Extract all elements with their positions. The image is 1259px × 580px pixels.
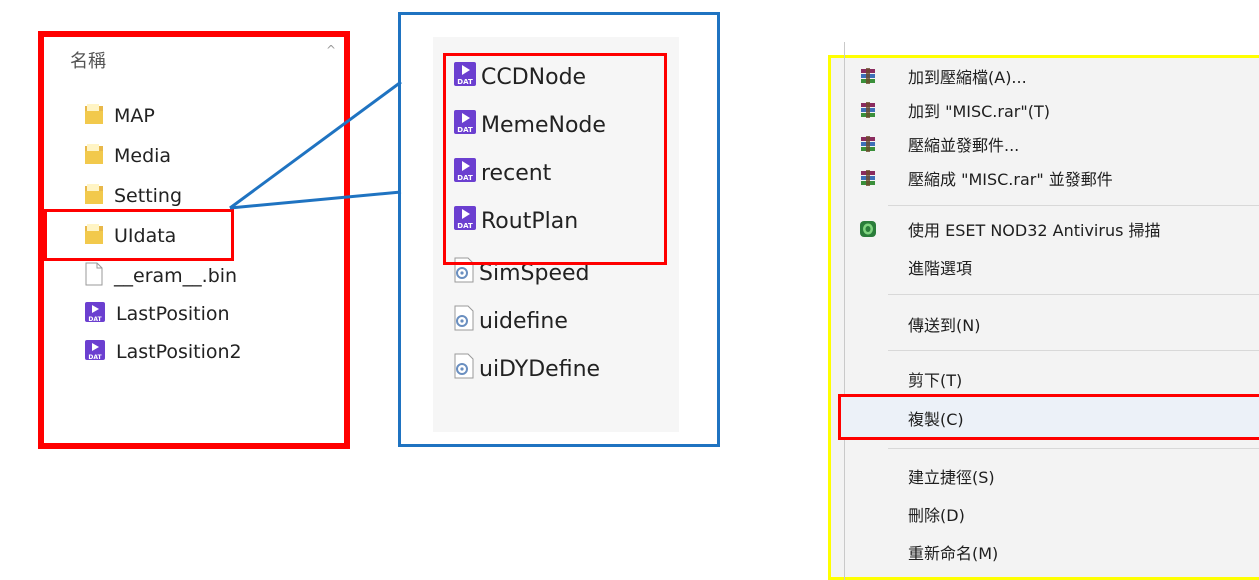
list-item-label: LastPosition [116, 303, 230, 325]
menu-item-cut[interactable]: 剪下(T) [846, 362, 1259, 396]
menu-separator [888, 294, 1259, 295]
list-item-uidydefine[interactable]: uiDYDefine [453, 349, 600, 389]
menu-item-send-to[interactable]: 傳送到(N) [846, 307, 1259, 341]
menu-item-label: 壓縮並發郵件... [908, 136, 1020, 155]
menu-separator [888, 448, 1259, 449]
list-item-map[interactable]: MAP [84, 99, 155, 133]
menu-item-label: 壓縮成 "MISC.rar" 並發郵件 [908, 170, 1113, 189]
eset-icon [846, 220, 890, 238]
menu-item-add-to-archive[interactable]: 加到壓縮檔(A)... [846, 59, 1259, 93]
menu-icon-gutter-divider [844, 42, 845, 580]
menu-item-label: 剪下(T) [908, 371, 963, 390]
folder-icon [84, 103, 104, 130]
list-item-label: LastPosition2 [116, 341, 242, 363]
list-item-label: Media [114, 145, 172, 167]
menu-item-copy[interactable]: 複製(C) [846, 401, 1259, 435]
config-file-icon [453, 353, 475, 385]
list-item-label: __eram__.bin [114, 265, 238, 287]
menu-item-label: 重新命名(M) [908, 544, 999, 563]
menu-item-compress-and-email[interactable]: 壓縮並發郵件... [846, 127, 1259, 161]
list-item-setting[interactable]: Setting [84, 179, 182, 213]
list-item-label: uiDYDefine [479, 356, 601, 382]
menu-item-label: 傳送到(N) [908, 316, 981, 335]
dat-file-icon: DAT [84, 301, 106, 328]
list-item-label: Setting [114, 185, 183, 207]
folder-icon [84, 143, 104, 170]
menu-item-label: 進階選項 [908, 259, 973, 278]
winrar-icon [846, 169, 890, 187]
menu-item-label: 刪除(D) [908, 506, 965, 525]
list-item-uidefine[interactable]: uidefine [453, 301, 568, 341]
menu-item-rename[interactable]: 重新命名(M) [846, 535, 1259, 569]
uidata-zoom-panel: DAT CCDNode DAT MemeNode DAT recent DAT … [398, 12, 720, 447]
menu-item-advanced-options[interactable]: 進階選項 [846, 250, 1259, 284]
menu-item-label: 使用 ESET NOD32 Antivirus 掃描 [908, 221, 1161, 240]
menu-item-create-shortcut[interactable]: 建立捷徑(S) [846, 459, 1259, 493]
sort-caret-icon: ^ [326, 43, 337, 57]
menu-separator [888, 205, 1259, 206]
config-file-icon [453, 305, 475, 337]
uidata-highlight-box [44, 209, 234, 261]
folder-icon [84, 183, 104, 210]
winrar-icon [846, 67, 890, 85]
menu-item-add-to-misc-rar[interactable]: 加到 "MISC.rar"(T) [846, 93, 1259, 127]
name-column-header[interactable]: 名稱 [70, 47, 106, 73]
menu-item-label: 加到 "MISC.rar"(T) [908, 102, 1050, 121]
winrar-icon [846, 101, 890, 119]
menu-item-compress-misc-and-email[interactable]: 壓縮成 "MISC.rar" 並發郵件 [846, 161, 1259, 195]
menu-item-delete[interactable]: 刪除(D) [846, 497, 1259, 531]
list-item-lastposition[interactable]: DAT LastPosition [84, 297, 230, 331]
blank-file-icon [84, 262, 104, 291]
list-item-lastposition2[interactable]: DAT LastPosition2 [84, 335, 242, 369]
menu-separator [888, 350, 1259, 351]
svg-text:DAT: DAT [88, 316, 102, 323]
menu-item-label: 加到壓縮檔(A)... [908, 68, 1027, 87]
dat-file-icon: DAT [84, 339, 106, 366]
svg-text:DAT: DAT [88, 354, 102, 361]
menu-item-label: 複製(C) [908, 410, 964, 429]
list-item-label: uidefine [479, 308, 568, 334]
explorer-panel: 名稱 ^ MAP Media Setting UIdata __eram__.b… [38, 31, 350, 449]
list-item-label: MAP [114, 105, 155, 127]
winrar-icon [846, 135, 890, 153]
list-item-eram-bin[interactable]: __eram__.bin [84, 259, 237, 293]
menu-item-eset-scan[interactable]: 使用 ESET NOD32 Antivirus 掃描 [846, 212, 1259, 246]
menu-item-label: 建立捷徑(S) [908, 468, 995, 487]
list-item-media[interactable]: Media [84, 139, 171, 173]
dat-files-highlight-box [443, 53, 667, 265]
